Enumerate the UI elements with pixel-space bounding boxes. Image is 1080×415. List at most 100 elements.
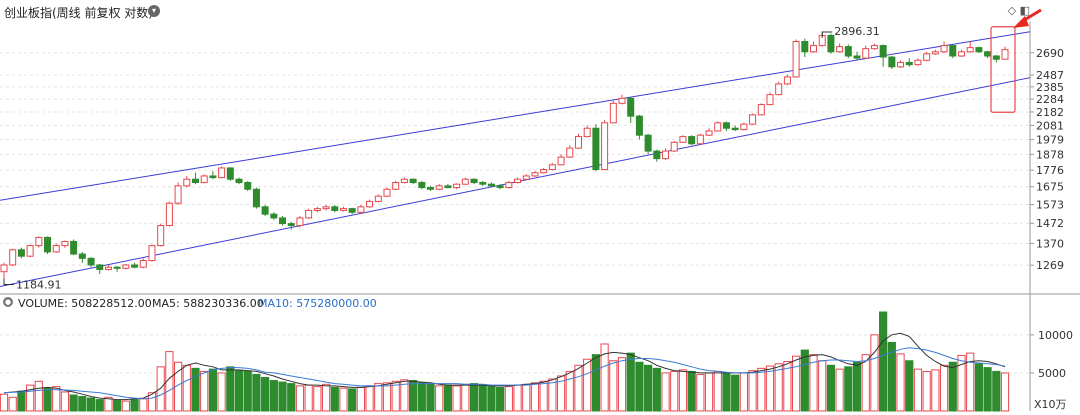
candle (148, 244, 156, 262)
candle (810, 41, 818, 53)
volume-bar (974, 363, 983, 412)
volume-bar (86, 397, 96, 412)
volume-bar (1000, 372, 1010, 412)
volume-bar (704, 372, 714, 412)
vol-tick-label: 5000 (1038, 367, 1066, 380)
volume-bar (382, 382, 392, 412)
volume-bar (574, 364, 583, 412)
candle (931, 49, 939, 55)
volume-bar (348, 388, 357, 412)
channel-upper (0, 31, 1031, 201)
volume-bar (234, 370, 244, 412)
volume-bar (43, 387, 52, 412)
candle (662, 148, 670, 161)
volume-bar (731, 374, 740, 412)
candle (766, 92, 774, 106)
volume-bar (670, 370, 679, 412)
y-tick-label: 2081 (1036, 119, 1064, 132)
candle (313, 206, 321, 213)
candle (435, 184, 443, 191)
volume-bar (696, 373, 705, 412)
volume-bar (913, 368, 923, 412)
volume-bar (844, 366, 853, 412)
candle (653, 149, 661, 162)
candle (505, 180, 513, 189)
candle (731, 125, 739, 131)
candle (670, 140, 678, 152)
volume-bar (835, 368, 844, 412)
volume-bar (791, 355, 801, 412)
candle (444, 184, 452, 189)
volume-bar (905, 360, 914, 412)
candle (383, 187, 391, 198)
volume-bar (0, 393, 9, 412)
candle (139, 258, 147, 269)
volume-bar (374, 383, 383, 412)
candle (1001, 46, 1009, 60)
y-tick-label: 1675 (1036, 181, 1064, 194)
volume-bar (208, 368, 218, 412)
candle (165, 201, 173, 227)
candle (122, 263, 130, 270)
volume-bar (200, 370, 209, 412)
volume-bar (513, 384, 522, 412)
candle (470, 178, 478, 185)
volume-bar (356, 386, 365, 412)
volume-bar (426, 383, 435, 412)
volume-bar (617, 357, 627, 412)
candle (261, 205, 269, 217)
candle (749, 113, 757, 125)
candle (940, 41, 948, 53)
candle (357, 205, 365, 215)
candle (235, 177, 243, 185)
volume-bar (8, 396, 17, 412)
candle (131, 262, 139, 269)
candle (836, 43, 844, 53)
candle (975, 46, 983, 53)
volume-unit: X10万 (1034, 398, 1067, 411)
volume-bar (548, 378, 557, 412)
volume-bar (121, 400, 130, 412)
volume-bar (330, 386, 339, 412)
volume-bar (609, 360, 618, 412)
candle (531, 171, 539, 177)
candle (862, 45, 870, 60)
candle (218, 166, 226, 179)
candle (104, 264, 112, 271)
candlestick-chart: 1269137014721573167517761878197920812182… (0, 8, 1080, 412)
candle (183, 175, 191, 188)
y-tick-label: 1979 (1036, 134, 1064, 147)
candle (705, 128, 713, 136)
volume-bar (313, 386, 322, 412)
volume-bar (774, 363, 783, 412)
y-tick-label: 2182 (1036, 106, 1064, 119)
volume-bar (626, 352, 635, 412)
volume-bar (478, 384, 487, 412)
volume-bar (713, 370, 722, 412)
volume-bar (365, 385, 374, 412)
volume-bar (818, 360, 827, 412)
volume-bar (757, 367, 766, 412)
y-axis: 1269137014721573167517761878197920812182… (1030, 47, 1073, 380)
volume-bar (522, 383, 531, 412)
candle (174, 182, 182, 206)
volume-bar (295, 385, 305, 412)
y-tick-label: 2487 (1036, 69, 1064, 82)
volume-bar (539, 380, 548, 412)
candle (35, 236, 43, 248)
candle (679, 135, 687, 144)
volume-bar (652, 367, 661, 412)
volume-bar (591, 354, 600, 412)
candle (722, 121, 730, 131)
candle (905, 58, 913, 67)
volume-bar (182, 364, 191, 412)
volume-bar (113, 399, 122, 412)
candle (540, 167, 548, 174)
candle (801, 38, 809, 58)
candle (279, 216, 287, 226)
volume-bar (870, 334, 879, 412)
candle (479, 180, 487, 186)
volume-bar (739, 372, 748, 412)
volume-bar (504, 386, 513, 412)
candle (957, 49, 965, 58)
